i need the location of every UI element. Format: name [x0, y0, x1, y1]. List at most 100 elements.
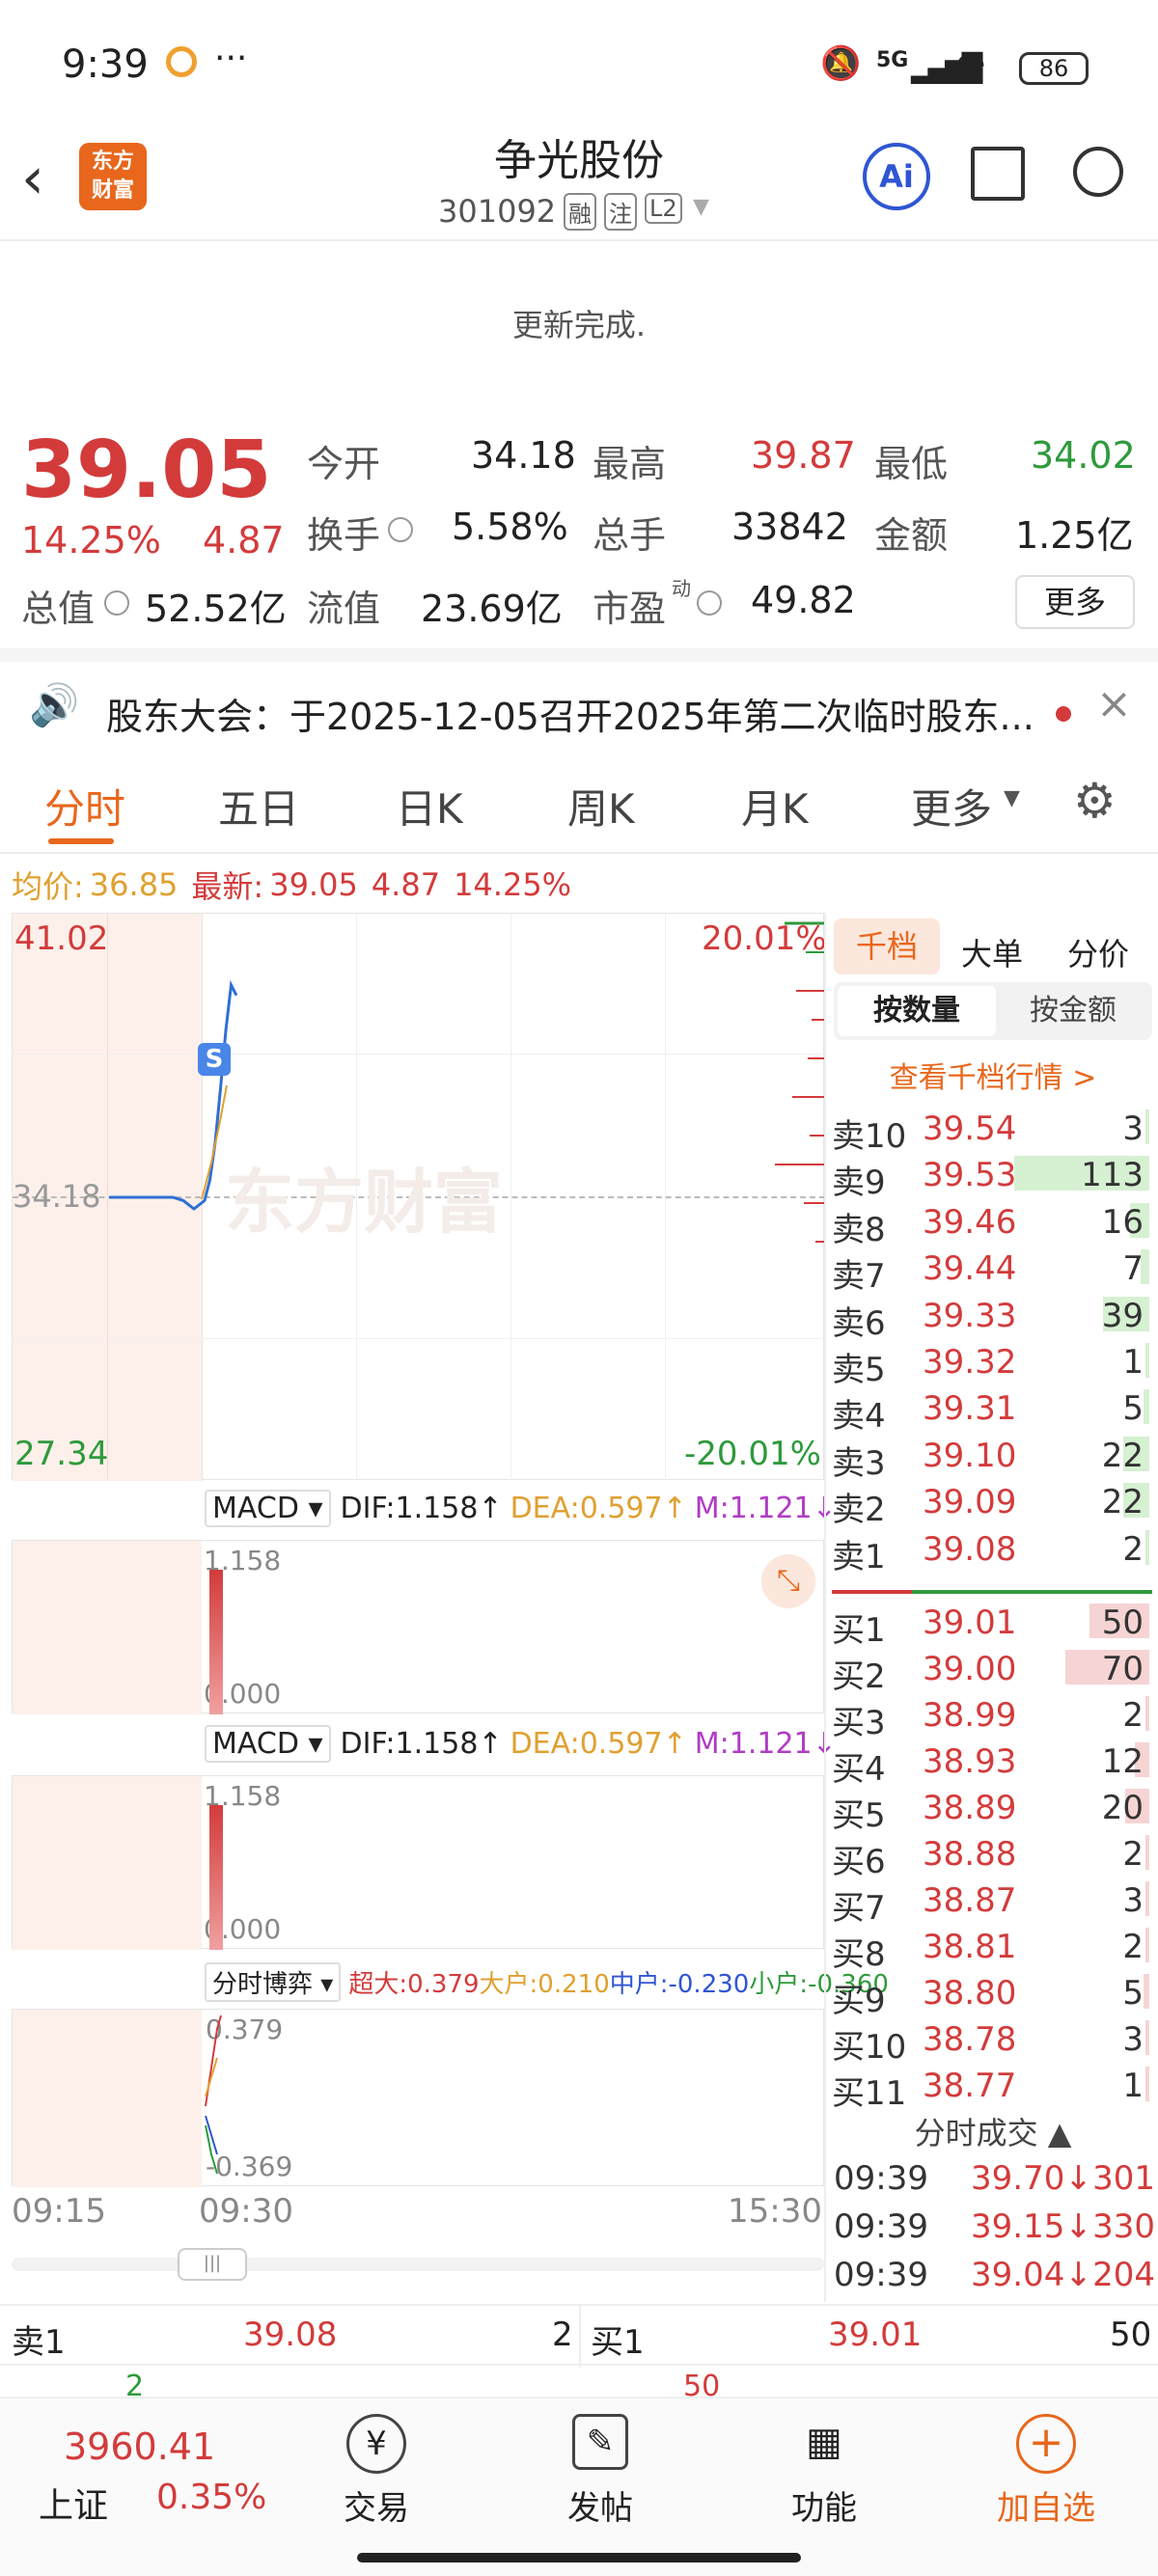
- bid-volume: 2: [1122, 1928, 1144, 1966]
- index-name[interactable]: 上证: [39, 2478, 108, 2528]
- bid-row[interactable]: 买4 38.93 12: [826, 1739, 1158, 1789]
- ask-row[interactable]: 卖5 39.32 1: [826, 1339, 1158, 1389]
- expand-icon[interactable]: ⤡: [761, 1554, 815, 1608]
- market-cap-info-icon[interactable]: [104, 590, 129, 616]
- bid-row[interactable]: 买8 38.81 2: [826, 1924, 1158, 1974]
- search-icon[interactable]: [1073, 147, 1123, 197]
- bid-label: 买3: [832, 1704, 886, 1742]
- ask-volume: 39: [1101, 1296, 1144, 1335]
- tab-more[interactable]: 更多: [911, 777, 992, 836]
- book-tab-large[interactable]: 大单: [961, 930, 1023, 974]
- announcement-bar[interactable]: 🔊 股东大会：于2025-12-05召开2025年第二次临时股东... ×: [0, 648, 1158, 754]
- ask-row[interactable]: 卖7 39.44 7: [826, 1246, 1158, 1296]
- bid-row[interactable]: 买10 38.78 3: [826, 2016, 1158, 2067]
- market-cap-label: 总值: [21, 588, 96, 630]
- tab-intraday[interactable]: 分时: [44, 777, 125, 836]
- ask-row[interactable]: 卖6 39.33 39: [826, 1293, 1158, 1343]
- subtab-by-amount[interactable]: 按金额: [996, 986, 1150, 1036]
- macd1-selector[interactable]: MACD ▾: [205, 1490, 331, 1527]
- chart-scrollbar[interactable]: |||: [12, 2248, 824, 2281]
- ask-row[interactable]: 卖1 39.08 2: [826, 1526, 1158, 1576]
- code-dropdown-icon[interactable]: ▼: [693, 195, 709, 219]
- share-icon[interactable]: [971, 147, 1025, 201]
- more-quote-button[interactable]: 更多: [1015, 575, 1135, 629]
- nav-add-watchlist[interactable]: + 加自选: [950, 2398, 1143, 2529]
- fund-selector[interactable]: 分时博弈 ▾: [205, 1962, 342, 2002]
- ask-price: 39.46: [923, 1202, 1017, 1242]
- index-percent[interactable]: 0.35%: [156, 2478, 266, 2517]
- index-value[interactable]: 3960.41: [64, 2425, 215, 2468]
- gear-icon[interactable]: ⚙: [1073, 773, 1117, 829]
- ask-price: 39.09: [923, 1483, 1017, 1522]
- ask-label: 卖4: [832, 1397, 886, 1437]
- bid-volume: 3: [1122, 2020, 1144, 2059]
- ask-row[interactable]: 卖3 39.10 22: [826, 1433, 1158, 1483]
- ask-price: 39.33: [923, 1296, 1017, 1335]
- macd1-chart[interactable]: 1.158 0.000 ⤡: [12, 1540, 824, 1714]
- bid-volume-bar: [1145, 1928, 1149, 1962]
- depth-link[interactable]: 查看千档行情 >: [826, 1054, 1158, 1096]
- scroll-handle[interactable]: |||: [178, 2248, 247, 2281]
- tab-daily-k[interactable]: 日K: [396, 777, 463, 836]
- bid-row[interactable]: 买2 39.00 70: [826, 1646, 1158, 1696]
- turnover-info-icon[interactable]: [388, 517, 413, 542]
- latest-change: 4.87: [371, 866, 441, 903]
- trade-time: 09:39: [834, 2159, 928, 2198]
- ask-price: 39.32: [923, 1343, 1017, 1382]
- nav-trade[interactable]: ¥ 交易: [280, 2398, 473, 2529]
- nav-functions[interactable]: ▦ 功能: [728, 2398, 921, 2529]
- macd2-chart[interactable]: 1.158 0.000: [12, 1775, 824, 1950]
- latest-percent: 14.25%: [454, 866, 572, 903]
- nav-post[interactable]: ✎ 发帖: [504, 2398, 697, 2529]
- ask-row[interactable]: 卖2 39.09 22: [826, 1479, 1158, 1529]
- float-cap-label: 流值: [307, 588, 381, 630]
- bid-label: 买2: [832, 1658, 886, 1696]
- macd1-bars: [209, 1570, 223, 1714]
- bid-row[interactable]: 买3 38.99 2: [826, 1692, 1158, 1742]
- bid-row[interactable]: 买1 39.01 50: [826, 1600, 1158, 1650]
- bid-price: 38.89: [923, 1789, 1017, 1827]
- bid-volume-bar: [1145, 1696, 1149, 1731]
- ask-row[interactable]: 卖8 39.46 16: [826, 1199, 1158, 1249]
- trade-volume: 330: [1092, 2207, 1155, 2246]
- book-tab-price[interactable]: 分价: [1067, 930, 1129, 974]
- fund-header: 分时博弈 ▾ 超大:0.379 大户:0.210 中户:-0.230 小户:-0…: [205, 1962, 889, 2002]
- subtab-by-quantity[interactable]: 按数量: [838, 986, 996, 1036]
- bid-row[interactable]: 买7 38.87 3: [826, 1877, 1158, 1928]
- level2-tag: L2: [645, 193, 682, 224]
- announcement-text: 股东大会：于2025-12-05召开2025年第二次临时股东...: [106, 696, 1034, 738]
- ask-row[interactable]: 卖9 39.53 113: [826, 1152, 1158, 1202]
- fund-chart[interactable]: 0.379 -0.369: [12, 2009, 824, 2187]
- tab-weekly-k[interactable]: 周K: [567, 777, 635, 836]
- bid-label: 买8: [832, 1935, 886, 1974]
- close-icon[interactable]: ×: [1096, 679, 1132, 728]
- ask-row[interactable]: 卖10 39.54 3: [826, 1106, 1158, 1156]
- bid-row[interactable]: 买9 38.80 5: [826, 1970, 1158, 2020]
- home-indicator: [357, 2553, 801, 2562]
- up-arrow: ↑: [662, 1492, 687, 1525]
- book-tab-depth[interactable]: 千档: [834, 918, 940, 974]
- signal-marker[interactable]: S: [198, 1043, 231, 1076]
- nav-functions-label: 功能: [791, 2489, 857, 2528]
- divider: [579, 2306, 581, 2368]
- tab-five-day[interactable]: 五日: [218, 777, 299, 836]
- intraday-chart[interactable]: 东方财富 41.02 27.34 20.01% -20.01% 34.18 S: [12, 913, 827, 1481]
- ask-volume: 22: [1101, 1436, 1144, 1475]
- bid-row[interactable]: 买6 38.88 2: [826, 1831, 1158, 1881]
- bid-label: 买6: [832, 1843, 886, 1881]
- tab-monthly-k[interactable]: 月K: [741, 777, 809, 836]
- bid-row[interactable]: 买11 38.77 1: [826, 2063, 1158, 2113]
- ask-row[interactable]: 卖4 39.31 5: [826, 1385, 1158, 1436]
- time-start: 09:15: [12, 2192, 106, 2231]
- pe-info-icon[interactable]: [697, 590, 722, 616]
- chevron-up-icon: ▲: [1047, 2115, 1072, 2151]
- trade-price: 39.15↓: [971, 2207, 1092, 2246]
- best-ask-volume: 2: [552, 2316, 573, 2354]
- latest-value: 39.05: [269, 866, 358, 903]
- ai-button[interactable]: Ai: [863, 143, 930, 210]
- bid-row[interactable]: 买5 38.89 20: [826, 1785, 1158, 1835]
- bid-price: 38.80: [923, 1974, 1017, 2013]
- trades-header[interactable]: 分时成交 ▲: [826, 2109, 1158, 2153]
- macd2-selector[interactable]: MACD ▾: [205, 1725, 331, 1763]
- auction-area: [13, 1541, 202, 1714]
